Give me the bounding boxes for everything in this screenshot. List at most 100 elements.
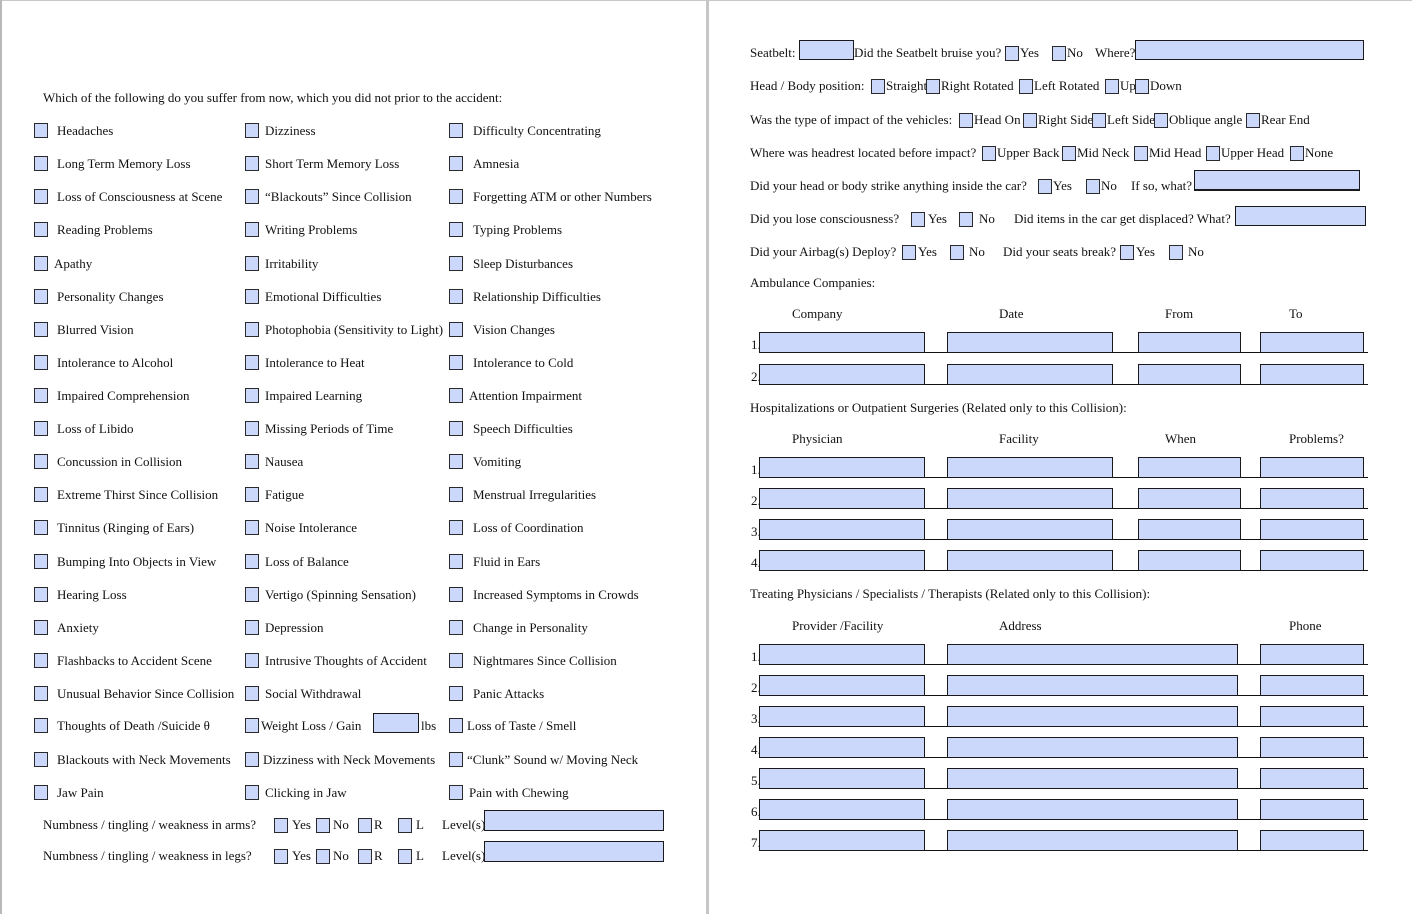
symptom-checkbox[interactable] <box>34 322 48 337</box>
symptom-checkbox[interactable] <box>449 421 463 436</box>
table-cell-field[interactable] <box>759 706 925 727</box>
table-cell-field[interactable] <box>1260 519 1364 540</box>
symptom-checkbox[interactable] <box>449 256 463 271</box>
table-cell-field[interactable] <box>947 644 1238 665</box>
symptom-checkbox[interactable] <box>449 222 463 237</box>
table-cell-input[interactable] <box>948 365 1112 384</box>
table-cell-input[interactable] <box>1261 489 1363 508</box>
symptom-checkbox[interactable] <box>34 289 48 304</box>
option-checkbox[interactable] <box>1062 146 1076 161</box>
table-cell-input[interactable] <box>1261 738 1363 757</box>
symptom-checkbox[interactable] <box>245 785 259 800</box>
table-cell-field[interactable] <box>947 457 1113 478</box>
symptom-checkbox[interactable] <box>34 554 48 569</box>
where-input[interactable] <box>1136 41 1363 59</box>
table-cell-field[interactable] <box>1138 550 1241 571</box>
table-cell-field[interactable] <box>1138 457 1241 478</box>
table-cell-field[interactable] <box>947 550 1113 571</box>
table-cell-field[interactable] <box>759 830 925 851</box>
symptom-checkbox[interactable] <box>449 289 463 304</box>
symptom-checkbox[interactable] <box>449 752 463 767</box>
table-cell-input[interactable] <box>948 645 1237 664</box>
symptom-checkbox[interactable] <box>449 520 463 535</box>
table-cell-field[interactable] <box>759 550 925 571</box>
table-cell-input[interactable] <box>1261 551 1363 570</box>
table-cell-field[interactable] <box>759 737 925 758</box>
numbness-no-checkbox[interactable] <box>316 818 330 833</box>
airbag-yes-checkbox[interactable] <box>902 245 916 260</box>
symptom-checkbox[interactable] <box>245 587 259 602</box>
table-cell-input[interactable] <box>1139 520 1240 539</box>
symptom-checkbox[interactable] <box>449 718 463 733</box>
table-cell-field[interactable] <box>1260 706 1364 727</box>
option-checkbox[interactable] <box>1023 113 1037 128</box>
table-cell-input[interactable] <box>760 769 924 788</box>
table-cell-input[interactable] <box>948 458 1112 477</box>
table-cell-input[interactable] <box>948 676 1237 695</box>
table-cell-input[interactable] <box>1139 333 1240 352</box>
seats-no-checkbox[interactable] <box>1169 245 1183 260</box>
table-cell-input[interactable] <box>1261 676 1363 695</box>
numbness-yes-checkbox[interactable] <box>274 849 288 864</box>
table-cell-field[interactable] <box>759 332 925 353</box>
option-checkbox[interactable] <box>959 113 973 128</box>
symptom-checkbox[interactable] <box>245 388 259 403</box>
table-cell-field[interactable] <box>947 332 1113 353</box>
table-cell-input[interactable] <box>760 676 924 695</box>
symptom-checkbox[interactable] <box>449 785 463 800</box>
airbag-no-checkbox[interactable] <box>950 245 964 260</box>
symptom-checkbox[interactable] <box>245 752 259 767</box>
level-input[interactable] <box>485 842 663 861</box>
displaced-input[interactable] <box>1236 207 1365 225</box>
symptom-checkbox[interactable] <box>34 620 48 635</box>
symptom-checkbox[interactable] <box>449 686 463 701</box>
table-cell-field[interactable] <box>1138 519 1241 540</box>
table-cell-input[interactable] <box>1261 458 1363 477</box>
lose-no-checkbox[interactable] <box>959 212 973 227</box>
weight-field[interactable] <box>373 713 419 733</box>
symptom-checkbox[interactable] <box>34 189 48 204</box>
symptom-checkbox[interactable] <box>449 189 463 204</box>
table-cell-input[interactable] <box>760 738 924 757</box>
table-cell-input[interactable] <box>948 551 1112 570</box>
table-cell-field[interactable] <box>947 364 1113 385</box>
table-cell-field[interactable] <box>759 675 925 696</box>
table-cell-input[interactable] <box>760 800 924 819</box>
level-input[interactable] <box>485 811 663 830</box>
symptom-checkbox[interactable] <box>34 487 48 502</box>
table-cell-input[interactable] <box>948 333 1112 352</box>
symptom-checkbox[interactable] <box>245 256 259 271</box>
table-cell-input[interactable] <box>948 769 1237 788</box>
level-field[interactable] <box>484 841 664 862</box>
symptom-checkbox[interactable] <box>449 355 463 370</box>
symptom-checkbox[interactable] <box>449 454 463 469</box>
table-cell-input[interactable] <box>1261 800 1363 819</box>
option-checkbox[interactable] <box>1019 79 1033 94</box>
symptom-checkbox[interactable] <box>449 587 463 602</box>
bruise-yes-checkbox[interactable] <box>1005 46 1019 61</box>
option-checkbox[interactable] <box>1206 146 1220 161</box>
numbness-r-checkbox[interactable] <box>358 849 372 864</box>
weight-input[interactable] <box>374 714 418 732</box>
table-cell-field[interactable] <box>1260 364 1364 385</box>
symptom-checkbox[interactable] <box>34 388 48 403</box>
level-field[interactable] <box>484 810 664 831</box>
table-cell-input[interactable] <box>760 707 924 726</box>
symptom-checkbox[interactable] <box>34 256 48 271</box>
option-checkbox[interactable] <box>1246 113 1260 128</box>
symptom-checkbox[interactable] <box>245 718 259 733</box>
table-cell-field[interactable] <box>1260 550 1364 571</box>
strike-what-input[interactable] <box>1195 171 1359 189</box>
option-checkbox[interactable] <box>1092 113 1106 128</box>
table-cell-field[interactable] <box>947 519 1113 540</box>
table-cell-input[interactable] <box>948 800 1237 819</box>
table-cell-input[interactable] <box>1261 831 1363 850</box>
symptom-checkbox[interactable] <box>245 421 259 436</box>
table-cell-field[interactable] <box>759 364 925 385</box>
symptom-checkbox[interactable] <box>449 554 463 569</box>
table-cell-field[interactable] <box>759 768 925 789</box>
option-checkbox[interactable] <box>1105 79 1119 94</box>
strike-yes-checkbox[interactable] <box>1038 179 1052 194</box>
symptom-checkbox[interactable] <box>34 653 48 668</box>
symptom-checkbox[interactable] <box>449 388 463 403</box>
